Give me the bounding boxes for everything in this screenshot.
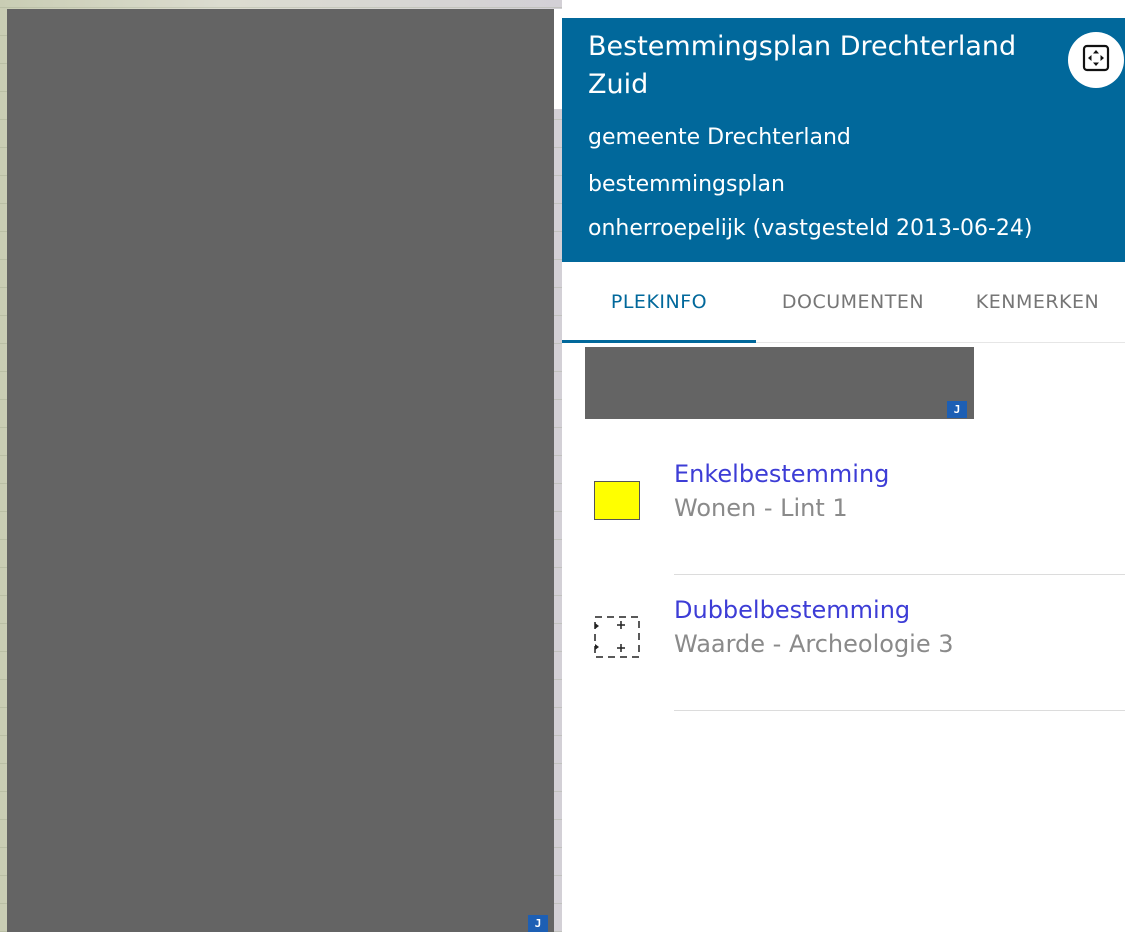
tab-kenmerken[interactable]: KENMERKEN — [950, 262, 1125, 342]
active-tab-indicator — [562, 340, 756, 343]
item-divider — [674, 710, 1125, 711]
redacted-map-region — [7, 9, 554, 932]
expand-panel-button[interactable] — [1068, 32, 1124, 88]
tab-plekinfo[interactable]: PLEKINFO — [562, 262, 756, 342]
panel-corner-badge: J — [947, 401, 967, 418]
list-item-dubbelbestemming: Dubbelbestemming Waarde - Archeologie 3 — [562, 576, 1125, 711]
plan-header: Bestemmingsplan Drechterland Zuid gemeen… — [562, 18, 1125, 262]
archeology-legend-swatch-icon — [594, 616, 640, 658]
item-value: Wonen - Lint 1 — [674, 494, 848, 522]
item-category-link[interactable]: Enkelbestemming — [674, 458, 889, 490]
item-divider — [674, 574, 1125, 575]
item-category-link[interactable]: Dubbelbestemming — [674, 594, 910, 626]
tab-documenten[interactable]: DOCUMENTEN — [756, 262, 950, 342]
info-panel: Bestemmingsplan Drechterland Zuid gemeen… — [562, 0, 1125, 932]
panel-tabs: PLEKINFO DOCUMENTEN KENMERKEN — [562, 262, 1125, 343]
plan-title: Bestemmingsplan Drechterland Zuid — [588, 31, 1017, 100]
expand-arrows-icon — [1081, 43, 1111, 77]
map-viewer[interactable]: J — [0, 0, 562, 932]
plan-municipality: gemeente Drechterland — [588, 125, 851, 150]
map-edge-strip — [554, 9, 562, 109]
yellow-legend-swatch-icon — [594, 481, 640, 520]
map-corner-badge: J — [528, 915, 548, 932]
panel-top-spacer — [562, 0, 1125, 18]
plan-status: onherroepelijk (vastgesteld 2013-06-24) — [588, 216, 1033, 241]
item-value: Waarde - Archeologie 3 — [674, 630, 954, 658]
list-item-enkelbestemming: Enkelbestemming Wonen - Lint 1 — [562, 440, 1125, 575]
app-root: J Bestemmingsplan Drechterland Zuid geme… — [0, 0, 1125, 932]
redacted-address-block — [585, 347, 974, 419]
plan-type: bestemmingsplan — [588, 172, 785, 197]
